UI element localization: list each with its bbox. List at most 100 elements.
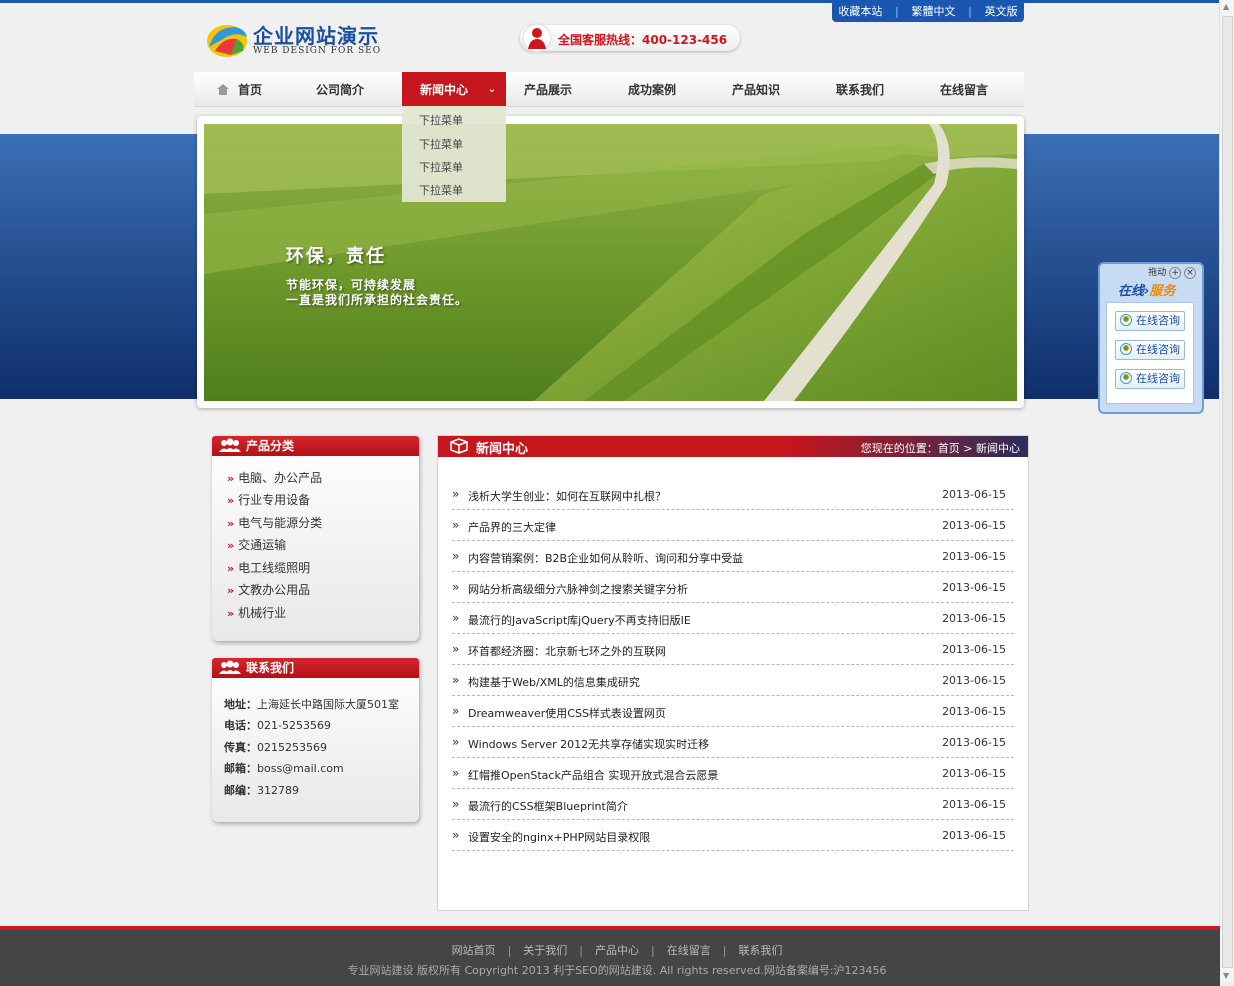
users-icon [219,660,241,674]
news-row-title[interactable]: 设置安全的nginx+PHP网站目录权限 [468,829,650,845]
logo-icon [207,25,247,57]
news-row[interactable]: » 设置安全的nginx+PHP网站目录权限 2013-06-15 [452,820,1014,851]
news-row[interactable]: » 构建基于Web/XML的信息集成研究 2013-06-15 [452,665,1014,696]
news-row-title[interactable]: 构建基于Web/XML的信息集成研究 [468,674,640,690]
close-icon[interactable]: × [1184,267,1196,279]
news-row-title[interactable]: 产品界的三大定律 [468,519,556,535]
news-row[interactable]: » Dreamweaver使用CSS样式表设置网页 2013-06-15 [452,696,1014,727]
nav-item-message[interactable]: 在线留言 [940,72,988,106]
chevron-right-icon: » [452,673,460,687]
qq-consult-button[interactable]: 在线咨询 [1115,340,1185,360]
nav-item-knowledge[interactable]: 产品知识 [732,72,780,106]
customer-service-icon [522,23,552,53]
site-logo[interactable]: 企业网站演示 WEB DESIGN FOR SEO [205,18,395,62]
contact-value[interactable]: boss@mail.com [257,762,344,775]
news-row[interactable]: » 网站分析高级细分六脉神剑之搜索关键字分析 2013-06-15 [452,572,1014,603]
contact-row-zip: 邮编：312789 [224,782,299,798]
online-service-widget[interactable]: 拖动 + × 在线›服务 在线咨询 在线咨询 在线咨询 [1098,262,1204,414]
nav-item-contact[interactable]: 联系我们 [836,72,884,106]
news-row-title[interactable]: 红帽推OpenStack产品组合 实现开放式混合云愿景 [468,767,718,783]
news-row-title[interactable]: Dreamweaver使用CSS样式表设置网页 [468,705,666,721]
news-row[interactable]: » 产品界的三大定律 2013-06-15 [452,510,1014,541]
category-label: 机械行业 [238,606,287,620]
nav-item-label: 新闻中心 [420,83,469,97]
category-link[interactable]: » 电气与能源分类 [227,514,322,531]
box-icon [450,438,468,454]
plus-icon[interactable]: + [1169,267,1182,279]
news-row-title[interactable]: 最流行的CSS框架Blueprint简介 [468,798,628,814]
footer-link-about[interactable]: 关于我们 [523,944,567,957]
chevron-right-icon: » [452,580,460,594]
category-link[interactable]: » 交通运输 [227,536,286,553]
category-link[interactable]: » 行业专用设备 [227,491,310,508]
news-row-title[interactable]: 最流行的JavaScript库jQuery不再支持旧版IE [468,612,691,628]
dropdown-item[interactable]: 下拉菜单 [419,159,463,175]
category-label: 电气与能源分类 [238,516,323,530]
news-row[interactable]: » 内容营销案例：B2B企业如何从聆听、询问和分享中受益 2013-06-15 [452,541,1014,572]
hotline-badge: 全国客服热线：400-123-456 [520,23,740,53]
bookmark-link[interactable]: 收藏本站 [838,3,882,19]
nav-item-news[interactable]: 新闻中心 ⌄ [402,72,506,106]
news-row[interactable]: » 浅析大学生创业：如何在互联网中扎根？ 2013-06-15 [452,479,1014,510]
qq-consult-button[interactable]: 在线咨询 [1115,369,1185,389]
news-row-date: 2013-06-15 [942,643,1006,656]
double-chevron-icon: » [227,472,235,485]
news-row-title[interactable]: Windows Server 2012无共享存储实现实时迁移 [468,736,709,752]
service-title-b: 服务 [1149,284,1176,299]
breadcrumb[interactable]: 您现在的位置：首页 > 新闻中心 [861,440,1020,456]
footer-link-contact[interactable]: 联系我们 [738,944,782,957]
contact-box: 联系我们 地址：上海延长中路国际大厦501室 电话：021-5253569 传真… [212,658,419,822]
drag-label[interactable]: 拖动 [1148,268,1166,278]
news-row-date: 2013-06-15 [942,488,1006,501]
contact-label: 地址： [224,698,257,711]
traditional-chinese-link[interactable]: 繁體中文 [911,3,955,19]
contact-value: 312789 [257,784,299,797]
news-row[interactable]: » 红帽推OpenStack产品组合 实现开放式混合云愿景 2013-06-15 [452,758,1014,789]
nav-item-products[interactable]: 产品展示 [524,72,572,106]
banner-headline: 环保，责任 [286,246,386,267]
dropdown-item[interactable]: 下拉菜单 [419,182,463,198]
banner-slide[interactable]: 环保，责任 节能环保，可持续发展 一直是我们所承担的社会责任。 [204,124,1017,401]
nav-item-cases[interactable]: 成功案例 [628,72,676,106]
category-label: 电脑、办公产品 [238,471,323,485]
scroll-up-icon[interactable]: ▲ [1223,2,1229,11]
qq-consult-button[interactable]: 在线咨询 [1115,311,1185,331]
double-chevron-icon: » [227,607,235,620]
news-row-title[interactable]: 环首都经济圈：北京新七环之外的互联网 [468,643,666,659]
footer-link-products[interactable]: 产品中心 [595,944,639,957]
scrollbar-thumb[interactable] [1222,16,1233,968]
news-row[interactable]: » Windows Server 2012无共享存储实现实时迁移 2013-06-1… [452,727,1014,758]
category-link[interactable]: » 电脑、办公产品 [227,469,322,486]
news-row-date: 2013-06-15 [942,674,1006,687]
nav-item-home[interactable]: 首页 [216,72,262,106]
category-link[interactable]: » 文教办公用品 [227,581,310,598]
news-row[interactable]: » 环首都经济圈：北京新七环之外的互联网 2013-06-15 [452,634,1014,665]
separator: | [579,944,583,957]
top-accent-line [0,0,1220,3]
news-row[interactable]: » 最流行的JavaScript库jQuery不再支持旧版IE 2013-06-15 [452,603,1014,634]
dropdown-item[interactable]: 下拉菜单 [419,112,463,128]
category-link[interactable]: » 电工线缆照明 [227,559,310,576]
separator: | [651,944,655,957]
dropdown-item[interactable]: 下拉菜单 [419,136,463,152]
qq-icon [1120,343,1132,355]
chevron-right-icon: » [452,518,460,532]
news-row[interactable]: » 最流行的CSS框架Blueprint简介 2013-06-15 [452,789,1014,820]
separator: | [895,4,899,18]
news-row-title[interactable]: 内容营销案例：B2B企业如何从聆听、询问和分享中受益 [468,550,743,566]
category-link[interactable]: » 机械行业 [227,604,286,621]
news-row-date: 2013-06-15 [942,736,1006,749]
separator: | [507,944,512,957]
chevron-right-icon: » [452,797,460,811]
nav-item-about[interactable]: 公司简介 [316,72,364,106]
main-nav: 首页 公司简介 新闻中心 ⌄ 产品展示 成功案例 产品知识 联系我们 在线留言 [194,72,1024,107]
english-link[interactable]: 英文版 [985,3,1018,19]
news-row-title[interactable]: 浅析大学生创业：如何在互联网中扎根？ [468,488,666,504]
chevron-right-icon: » [452,487,460,501]
news-row-title[interactable]: 网站分析高级细分六脉神剑之搜索关键字分析 [468,581,688,597]
category-label: 交通运输 [238,538,287,552]
footer-link-message[interactable]: 在线留言 [667,944,711,957]
double-chevron-icon: » [227,584,235,597]
footer-link-home[interactable]: 网站首页 [452,944,496,957]
page-scrollbar[interactable]: ▲ ▼ [1219,0,1234,982]
